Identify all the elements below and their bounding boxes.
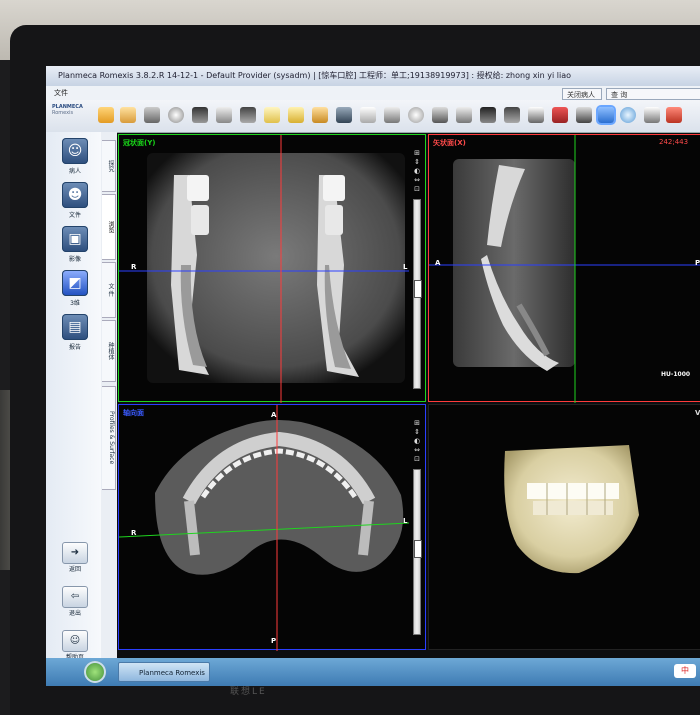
coronal-view-tools[interactable]: ⊞ ⇕ ◐ ⇔ ⊡ [411, 149, 423, 194]
nav-image-label: 影像 [68, 256, 81, 263]
main-toolbar: PLANMECA Romexis [46, 100, 700, 133]
tab-browse[interactable]: 浏览 [102, 194, 116, 260]
nav-patients-label: 病人 [68, 168, 81, 175]
tab-files[interactable]: 文 件 [102, 262, 116, 318]
tooth-icon[interactable] [360, 107, 376, 123]
head-3d-icon[interactable] [408, 107, 424, 123]
delete-icon[interactable] [666, 107, 682, 123]
vertical-tab-strip: 探究 浏览 文 件 种植体 Profiles & Surface [101, 132, 117, 686]
sagittal-left-marker: A [435, 259, 441, 267]
coronal-left-marker: R [131, 263, 137, 271]
coronal-right-marker: L [403, 263, 408, 271]
start-button[interactable] [84, 661, 106, 683]
nav-3d-label: 3维 [70, 300, 80, 307]
axial-slice-scrollbar[interactable] [413, 469, 422, 635]
file-icon: ☻ [62, 182, 88, 208]
planmeca-logo: PLANMECA Romexis [52, 104, 83, 116]
report-icon: ▤ [62, 314, 88, 340]
send-icon[interactable] [240, 107, 256, 123]
nav-report-label: 报告 [68, 344, 81, 351]
coronal-scan-image [119, 135, 409, 403]
search-box[interactable]: 查 询 [606, 88, 700, 100]
tab-implant[interactable]: 种植体 [102, 320, 116, 382]
sagittal-hu-badge: HU-1000 [661, 371, 691, 378]
implant-icon[interactable] [312, 107, 328, 123]
undo-icon[interactable] [644, 107, 660, 123]
monitor-brand-logo: 联想LE [230, 687, 267, 697]
patients-icon: ☺ [62, 138, 88, 164]
window-title: Planmeca Romexis 3.8.2.R 14-12-1 - Defau… [58, 71, 572, 80]
nav-report[interactable]: ▤ 报告 [60, 314, 90, 356]
window-level-icon[interactable] [480, 107, 496, 123]
nav-back[interactable]: ➜ 返回 [60, 542, 90, 576]
export-icon[interactable] [192, 107, 208, 123]
render-3d-view[interactable]: V [428, 404, 700, 650]
axial-top-marker: A [271, 411, 277, 419]
back-icon: ➜ [62, 542, 88, 564]
window-title-bar[interactable]: Planmeca Romexis 3.8.2.R 14-12-1 - Defau… [46, 66, 700, 86]
nav-image[interactable]: ▣ 影像 [60, 226, 90, 268]
3d-icon: ◩ [62, 270, 88, 296]
axial-right-marker: L [403, 517, 408, 525]
axial-view[interactable]: 轴向面 A P R L ⊞ ⇕ ◐ ⇔ ⊡ [118, 404, 426, 651]
zoom-icon[interactable] [620, 107, 636, 123]
axial-view-tools[interactable]: ⊞ ⇕ ◐ ⇔ ⊡ [411, 419, 423, 464]
coronal-slice-thumb[interactable] [414, 280, 422, 298]
crosshair-icon[interactable] [598, 107, 614, 123]
coronal-view[interactable]: 冠状面(Y) R L ⊞ ⇕ ◐ ⇔ ⊡ [118, 134, 426, 403]
nav-exit[interactable]: ⇦ 退出 [60, 586, 90, 620]
image-icon: ▣ [62, 226, 88, 252]
tray-input-method[interactable]: 中 [674, 664, 696, 678]
sagittal-scan-image [429, 135, 700, 403]
windows-taskbar: Planmeca Romexis 中 [46, 658, 700, 686]
measure-icon[interactable] [264, 107, 280, 123]
nav-file[interactable]: ☻ 文件 [60, 182, 90, 224]
volume-icon[interactable] [432, 107, 448, 123]
arch-icon[interactable] [216, 107, 232, 123]
taskbar-romexis-item[interactable]: Planmeca Romexis [118, 662, 210, 682]
nav-file-label: 文件 [68, 212, 81, 219]
nav-exit-label: 退出 [68, 610, 81, 617]
coronal-slice-scrollbar[interactable] [413, 199, 422, 389]
axial-scan-image [119, 405, 410, 651]
nav-back-label: 返回 [68, 566, 81, 573]
nav-patients[interactable]: ☺ 病人 [60, 138, 90, 180]
reset-icon[interactable] [552, 107, 568, 123]
save-icon[interactable] [120, 107, 136, 123]
sagittal-right-marker: P [695, 259, 700, 267]
nerve-icon[interactable] [384, 107, 400, 123]
close-patient-button[interactable]: 关闭病人 [562, 88, 602, 100]
axial-bottom-marker: P [271, 637, 277, 645]
slice-icon[interactable] [504, 107, 520, 123]
axial-slice-thumb[interactable] [414, 540, 422, 558]
panorama-icon[interactable] [336, 107, 352, 123]
monitor-screen: Planmeca Romexis 3.8.2.R 14-12-1 - Defau… [46, 66, 700, 686]
left-navigation: ☺ 病人 ☻ 文件 ▣ 影像 ◩ 3维 ▤ 报告 ➜ 返回 ⇦ 退出 ☺ 帮助 [46, 132, 102, 686]
annotate-icon[interactable] [288, 107, 304, 123]
sagittal-view[interactable]: 矢状面(X) 242;443 A P HU-1000 [428, 134, 700, 403]
grid-icon[interactable] [576, 107, 592, 123]
render-3d-skull-image [504, 445, 639, 574]
skull-icon[interactable] [168, 107, 184, 123]
open-folder-icon[interactable] [98, 107, 114, 123]
nav-3d[interactable]: ◩ 3维 [60, 270, 90, 312]
menu-file[interactable]: 文件 [54, 89, 68, 97]
tab-profiles-surface[interactable]: Profiles & Surface [102, 386, 116, 490]
exit-icon: ⇦ [62, 586, 88, 608]
crop-icon[interactable] [528, 107, 544, 123]
layout-icon[interactable] [144, 107, 160, 123]
axial-left-marker: R [131, 529, 137, 537]
help-icon: ☺ [62, 630, 88, 652]
split-view-icon[interactable] [456, 107, 472, 123]
tab-explore[interactable]: 探究 [102, 140, 116, 192]
